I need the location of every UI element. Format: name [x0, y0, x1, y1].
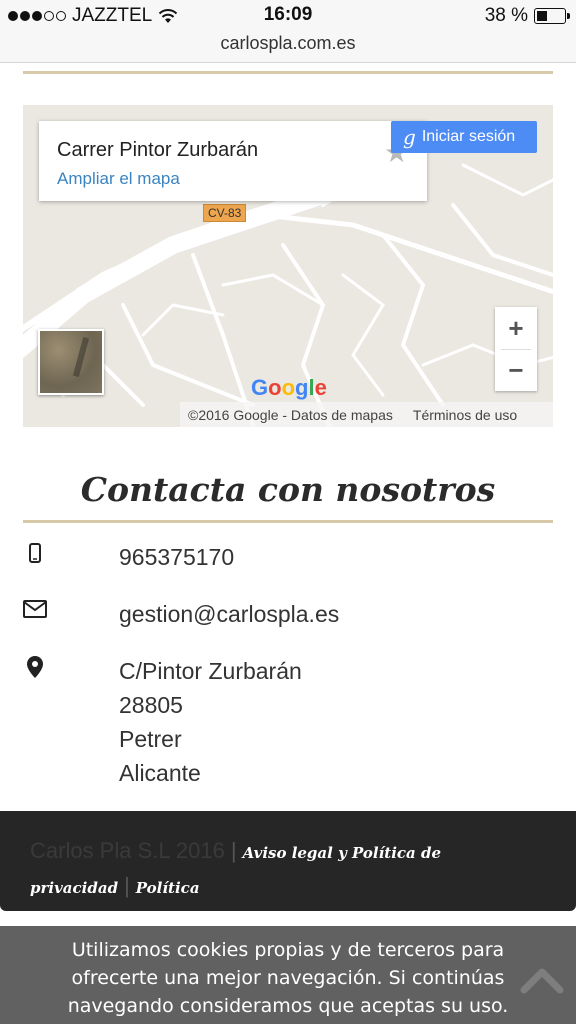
google-logo-letter: e — [314, 375, 327, 400]
google-logo-letter: G — [251, 375, 269, 400]
address-bar[interactable]: carlospla.com.es — [0, 30, 576, 63]
section-divider — [23, 71, 553, 74]
address-postcode: 28805 — [119, 692, 183, 718]
contact-heading: Contacta con nosotros — [80, 470, 496, 509]
contact-phone[interactable]: 965375170 — [119, 540, 234, 574]
place-name: Carrer Pintor Zurbarán — [57, 139, 259, 161]
address-street: C/Pintor Zurbarán — [119, 658, 302, 684]
satellite-view-toggle[interactable] — [38, 329, 104, 395]
battery-status: 38 % — [484, 5, 570, 27]
envelope-icon — [23, 600, 47, 618]
signin-label: Iniciar sesión — [421, 128, 516, 145]
zoom-in-button[interactable]: + — [495, 307, 537, 349]
zoom-divider — [501, 349, 531, 350]
expand-map-link[interactable]: Ampliar el mapa — [57, 169, 180, 189]
contact-email[interactable]: gestion@carlospla.es — [119, 597, 339, 631]
map-copyright: ©2016 Google - Datos de mapas — [188, 406, 393, 423]
address-province: Alicante — [119, 760, 201, 786]
footer-separator: | — [230, 838, 237, 863]
signin-button[interactable]: g Iniciar sesión — [391, 121, 537, 153]
cookie-banner[interactable]: Utilizamos cookies propias y de terceros… — [0, 926, 576, 1024]
terms-link[interactable]: Términos de uso — [413, 407, 517, 423]
google-logo: Google — [251, 375, 327, 401]
footer-copyright: Carlos Pla S.L 2016 — [30, 838, 225, 863]
mobile-phone-icon — [29, 543, 41, 563]
contact-address: C/Pintor Zurbarán 28805 Petrer Alicante — [119, 654, 302, 790]
location-pin-icon — [27, 656, 43, 678]
site-footer: Carlos Pla S.L 2016 | Aviso legal y Políti… — [0, 811, 576, 930]
map-attribution: ©2016 Google - Datos de mapas Términos d… — [180, 402, 553, 427]
footer-separator: | — [124, 873, 130, 898]
google-g-icon: g — [403, 125, 416, 149]
place-info-card: Carrer Pintor Zurbarán Ampliar el mapa ★ — [39, 121, 427, 201]
url-text[interactable]: carlospla.com.es — [220, 33, 355, 53]
address-city: Petrer — [119, 726, 182, 752]
contact-divider — [23, 520, 553, 523]
battery-percent: 38 % — [484, 5, 528, 26]
google-logo-letter: o — [281, 375, 296, 400]
status-bar: JAZZTEL 16:09 38 % — [0, 0, 576, 30]
zoom-control: + − — [495, 307, 537, 391]
cookie-notice-text: Utilizamos cookies propias y de terceros… — [67, 939, 509, 1017]
scroll-to-top-icon[interactable] — [520, 960, 564, 996]
google-logo-letter: g — [295, 375, 309, 400]
footer-content: Carlos Pla S.L 2016 | Aviso legal y Políti… — [30, 835, 556, 938]
google-logo-letter: o — [268, 375, 282, 400]
cookies-link-part1[interactable]: Política — [136, 879, 200, 897]
google-map[interactable]: CV-83 Carrer Pintor Zurbarán Ampliar el … — [23, 105, 553, 427]
battery-icon — [534, 8, 570, 24]
route-shield: CV-83 — [203, 204, 247, 222]
zoom-out-button[interactable]: − — [495, 349, 537, 391]
